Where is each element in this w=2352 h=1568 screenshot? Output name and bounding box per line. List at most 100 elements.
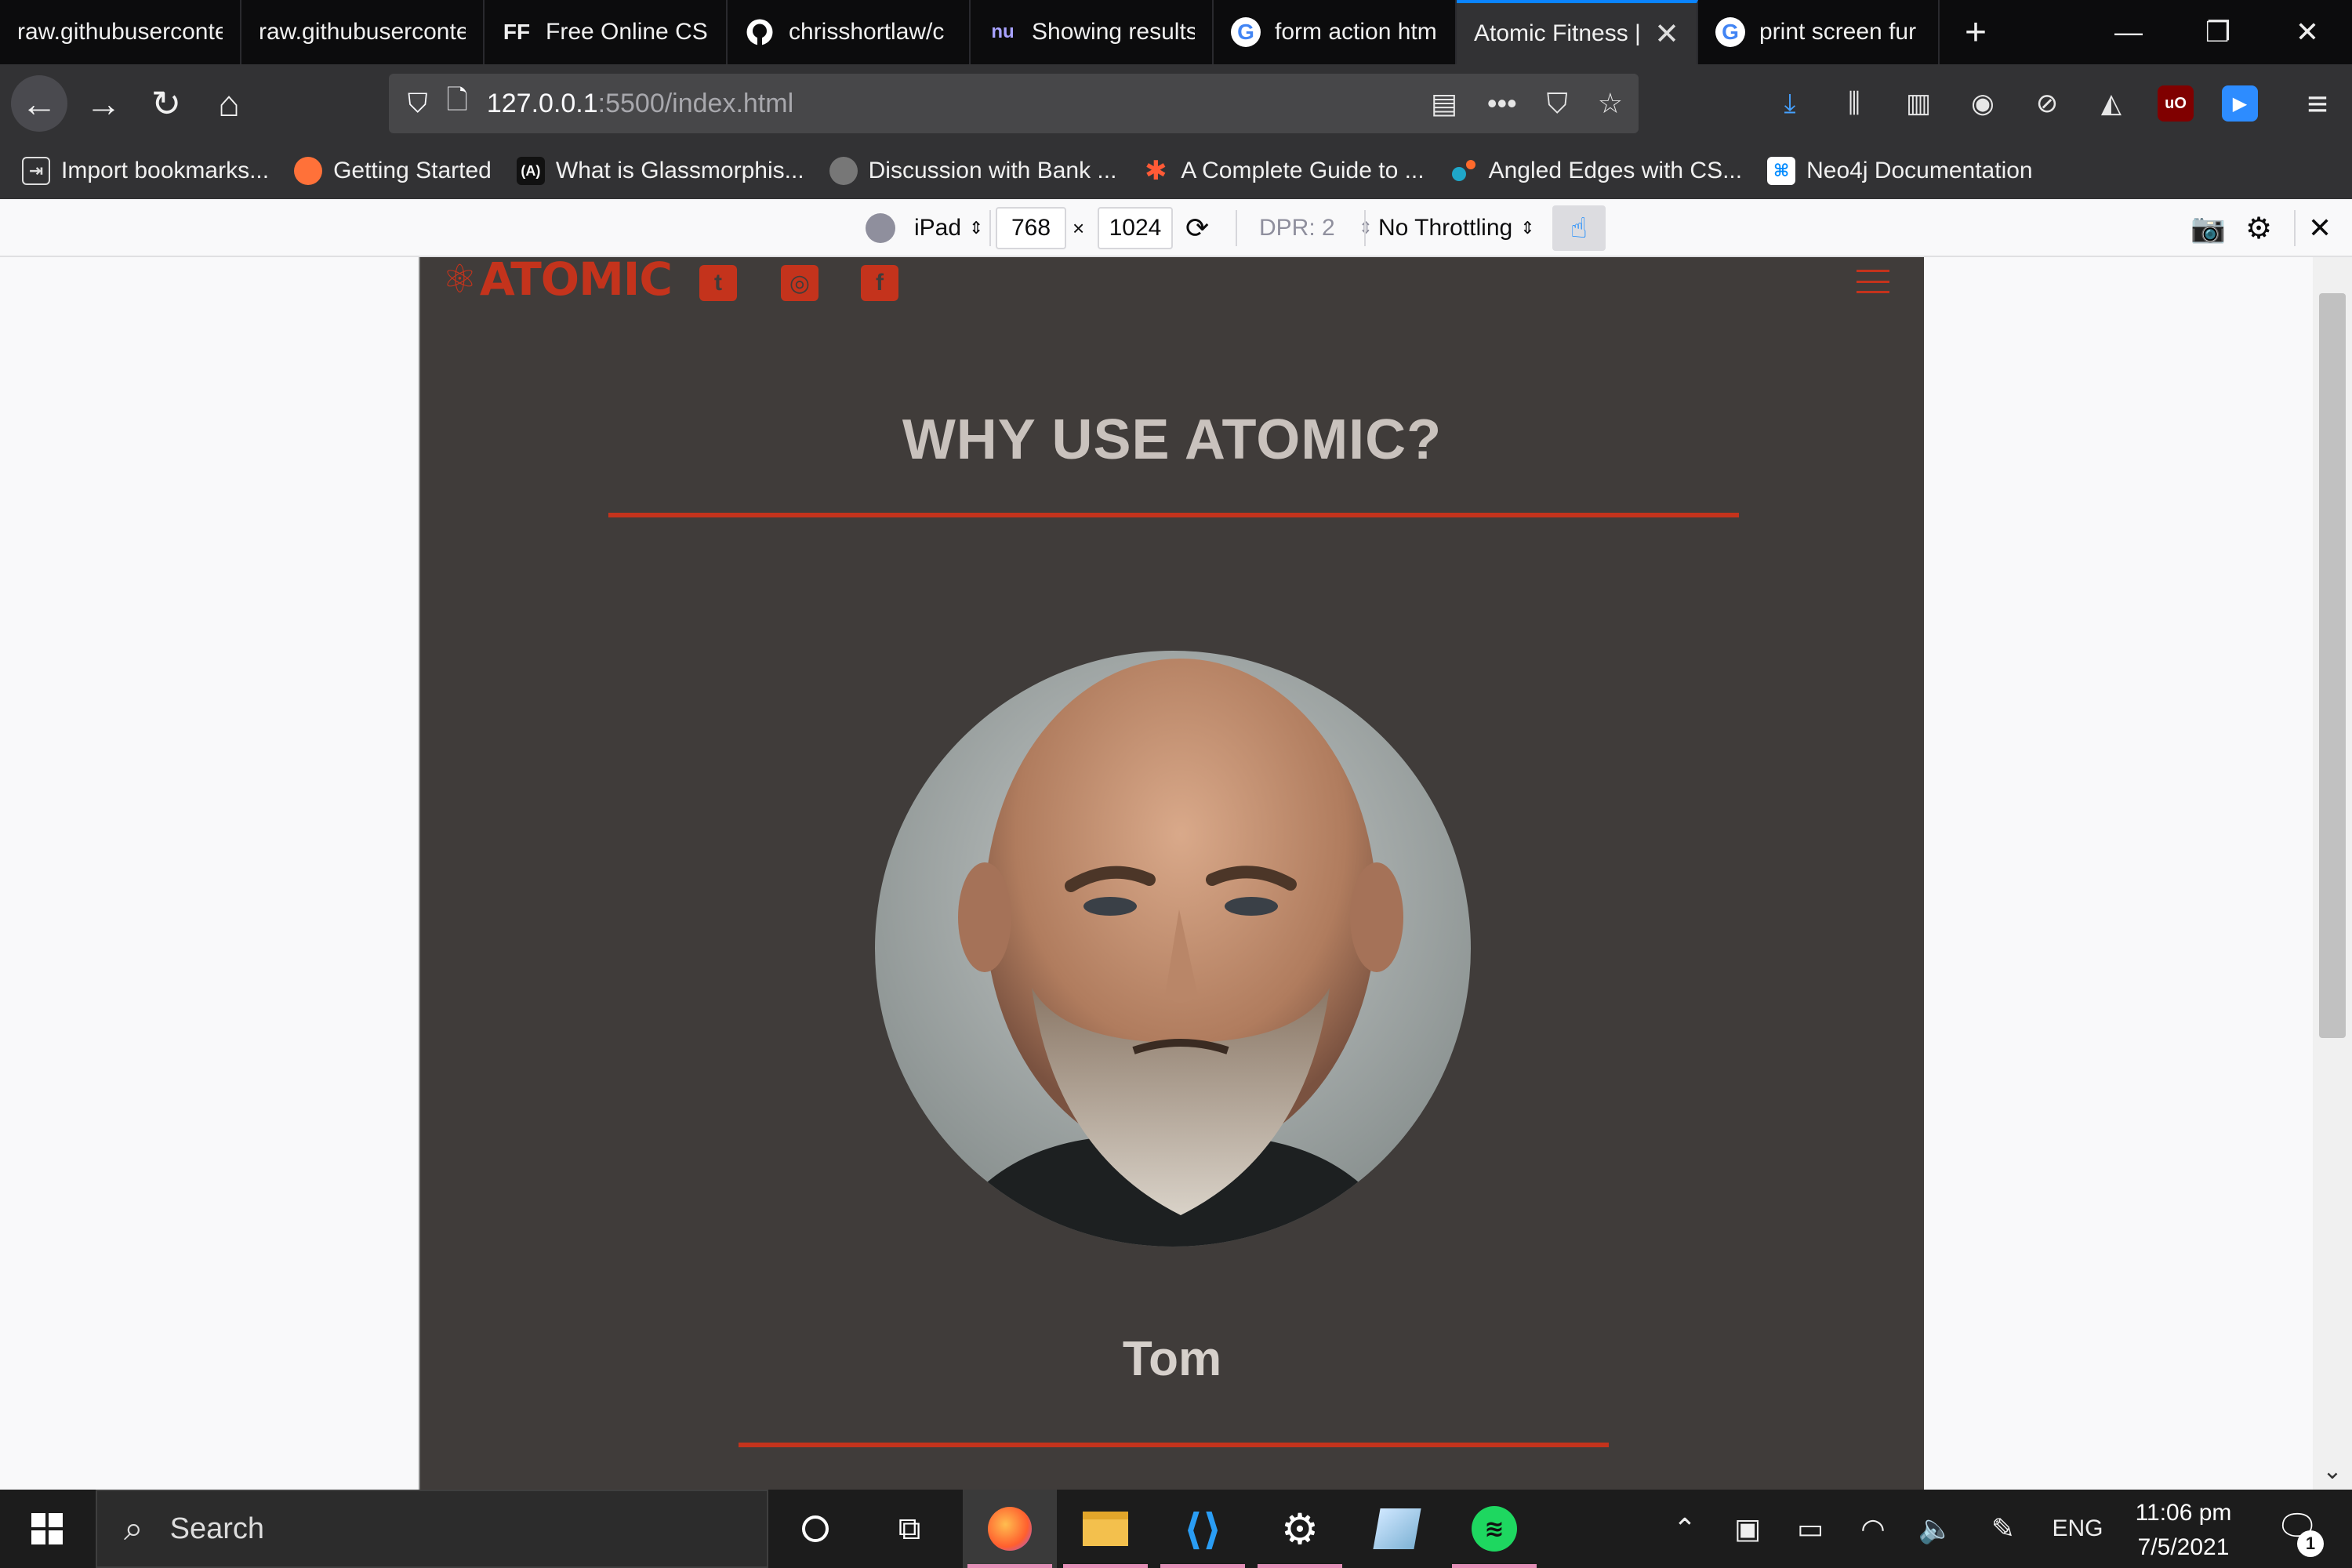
close-rdm-icon[interactable]: ✕ <box>2308 207 2332 249</box>
taskbar-clock[interactable]: 11:06 pm 7/5/2021 <box>2117 1496 2250 1565</box>
reload-icon[interactable]: ↻ <box>138 75 194 132</box>
wifi-icon[interactable]: ◠ <box>1855 1490 1891 1568</box>
browser-tab[interactable]: chrisshortlaw/c <box>728 0 971 64</box>
meet-now-icon[interactable]: ▣ <box>1730 1490 1766 1568</box>
back-icon[interactable]: ← <box>11 75 67 132</box>
settings-icon[interactable]: ⚙ <box>1253 1490 1347 1568</box>
bookmark-discussion[interactable]: Discussion with Bank ... <box>829 157 1116 185</box>
windows-start-icon[interactable] <box>0 1490 94 1568</box>
viewport-height-input[interactable]: 1024 <box>1098 207 1173 249</box>
page-scrollbar[interactable]: ⌄ <box>2313 257 2352 1490</box>
device-selector[interactable]: iPad ⇕ <box>866 207 983 249</box>
account-icon[interactable]: ◉ <box>1965 85 2001 122</box>
vscode-icon[interactable]: ⟨⟩ <box>1156 1490 1250 1568</box>
tab-title: print screen fur <box>1759 19 1917 45</box>
tab-title: Atomic Fitness | <box>1474 20 1641 46</box>
twitter-icon[interactable]: t <box>699 265 737 301</box>
windows-taskbar: ⌕ Search ⧉ ⟨⟩ ⚙ ≋ ⌃ ▣ ▭ ◠ 🔈 ✎ ENG 11:06 … <box>0 1490 2352 1568</box>
bookmark-getting-started[interactable]: Getting Started <box>294 157 492 185</box>
language-indicator[interactable]: ENG <box>2046 1490 2109 1568</box>
responsive-design-toolbar: iPad ⇕ 768 × 1024 ⟳ DPR: 2 ⇕ No Throttli… <box>0 199 2352 257</box>
tab-title: raw.githubuserconte <box>17 19 223 45</box>
instagram-icon[interactable]: ◎ <box>781 265 818 301</box>
bookmark-angled-edges[interactable]: Angled Edges with CS... <box>1450 157 1742 185</box>
ublock-icon[interactable]: uO <box>2158 85 2194 122</box>
home-icon[interactable]: ⌂ <box>201 75 257 132</box>
browser-tab[interactable]: raw.githubuserconte <box>0 0 241 64</box>
hamburger-menu-icon[interactable] <box>1857 270 1889 293</box>
bookmark-label: What is Glassmorphis... <box>555 158 804 183</box>
bookmark-star-icon[interactable]: ☆ <box>1598 87 1623 120</box>
throttling-label: No Throttling <box>1378 215 1513 241</box>
task-view-icon[interactable]: ⧉ <box>862 1490 956 1568</box>
browser-tab[interactable]: G form action htm <box>1214 0 1457 64</box>
throttling-selector[interactable]: No Throttling ⇕ <box>1378 207 1535 249</box>
browser-tab[interactable]: G print screen fur <box>1698 0 1940 64</box>
browser-tab[interactable]: nu Showing results <box>971 0 1214 64</box>
browser-tab[interactable]: raw.githubuserconte <box>241 0 485 64</box>
pen-icon[interactable]: ✎ <box>1985 1490 2021 1568</box>
battery-icon[interactable]: ▭ <box>1792 1490 1828 1568</box>
downloads-icon[interactable]: ⤓ <box>1772 85 1808 122</box>
search-placeholder: Search <box>169 1512 265 1545</box>
file-explorer-icon[interactable] <box>1058 1490 1152 1568</box>
tab-title: Showing results <box>1032 19 1195 45</box>
notes-app-icon[interactable] <box>1350 1490 1444 1568</box>
chevron-updown-icon: ⇕ <box>969 218 984 238</box>
bookmark-label: Neo4j Documentation <box>1806 158 2033 183</box>
browser-tab-strip: raw.githubuserconte raw.githubuserconte … <box>0 0 2352 64</box>
no-device-icon <box>866 213 895 243</box>
url-path: :5500/index.html <box>597 88 794 118</box>
search-icon: ⌕ <box>124 1509 143 1548</box>
app-menu-icon[interactable]: ≡ <box>2289 75 2346 132</box>
cortana-icon[interactable] <box>768 1490 862 1568</box>
settings-gear-icon[interactable]: ⚙ <box>2245 207 2272 249</box>
close-window-icon[interactable]: ✕ <box>2264 0 2350 64</box>
minimize-icon[interactable]: — <box>2085 0 2172 64</box>
taskbar-search[interactable]: ⌕ Search <box>96 1490 768 1568</box>
github-icon <box>745 17 775 47</box>
tray-chevron-up-icon[interactable]: ⌃ <box>1667 1490 1703 1568</box>
more-actions-icon[interactable]: ••• <box>1487 87 1517 120</box>
bookmark-glassmorphism[interactable]: (A) What is Glassmorphis... <box>516 157 804 185</box>
dpr-selector[interactable]: DPR: 2 ⇕ <box>1259 207 1373 249</box>
zoom-extension-icon[interactable]: ▶ <box>2222 85 2258 122</box>
url-text[interactable]: 127.0.0.1:5500/index.html <box>487 89 793 119</box>
atom-icon: ⚛ <box>442 257 477 302</box>
emulated-page: ⚛ ATOMIC t ◎ f WHY USE ATOMIC? Tom <box>419 257 1924 1490</box>
extension-blocker-icon[interactable]: ⊘ <box>2029 85 2065 122</box>
close-tab-icon[interactable]: ✕ <box>1654 16 1679 52</box>
new-tab-button[interactable]: + <box>1952 0 1999 64</box>
scrollbar-thumb[interactable] <box>2319 293 2346 1038</box>
viewport-width-input[interactable]: 768 <box>996 207 1066 249</box>
bookmark-complete-guide[interactable]: ✱ A Complete Guide to ... <box>1142 156 1424 186</box>
bookmark-neo4j[interactable]: ⌘ Neo4j Documentation <box>1767 157 2033 185</box>
rotate-viewport-icon[interactable]: ⟳ <box>1185 207 1209 249</box>
restore-icon[interactable]: ❐ <box>2175 0 2261 64</box>
url-host: 127.0.0.1 <box>486 88 598 118</box>
address-bar[interactable]: ⛉ 🗋 127.0.0.1:5500/index.html ▤ ••• ⛉ ☆ <box>389 74 1639 133</box>
scroll-down-icon[interactable]: ⌄ <box>2313 1457 2352 1485</box>
sidebar-icon[interactable]: ▥ <box>1900 85 1936 122</box>
touch-simulation-icon[interactable]: ☝ <box>1552 205 1606 251</box>
dimension-times: × <box>1073 216 1085 240</box>
volume-icon[interactable]: 🔈 <box>1918 1490 1954 1568</box>
google-icon: G <box>1715 17 1745 47</box>
browser-tab-active[interactable]: Atomic Fitness | ✕ <box>1457 0 1698 64</box>
pocket-icon[interactable]: ⛉ <box>1547 87 1568 121</box>
spotify-icon[interactable]: ≋ <box>1447 1490 1541 1568</box>
extension-mask-icon[interactable]: ◭ <box>2093 85 2129 122</box>
forward-icon[interactable]: → <box>75 75 132 132</box>
divider <box>989 210 991 246</box>
firefox-taskbar-icon[interactable] <box>963 1490 1057 1568</box>
library-icon[interactable]: ⫼ <box>1836 85 1872 122</box>
shield-icon[interactable]: ⛉ <box>408 89 428 119</box>
browser-tab[interactable]: FF Free Online CSS <box>485 0 728 64</box>
site-logo[interactable]: ⚛ ATOMIC <box>442 257 673 306</box>
navigation-toolbar: ← → ↻ ⌂ ⛉ 🗋 127.0.0.1:5500/index.html ▤ … <box>0 64 2352 143</box>
screenshot-icon[interactable]: 📷 <box>2190 207 2226 249</box>
tab-title: Free Online CSS <box>546 19 709 45</box>
bookmark-import[interactable]: ⇥ Import bookmarks... <box>22 157 269 185</box>
facebook-icon[interactable]: f <box>861 265 898 301</box>
reader-view-icon[interactable]: ▤ <box>1431 87 1457 120</box>
